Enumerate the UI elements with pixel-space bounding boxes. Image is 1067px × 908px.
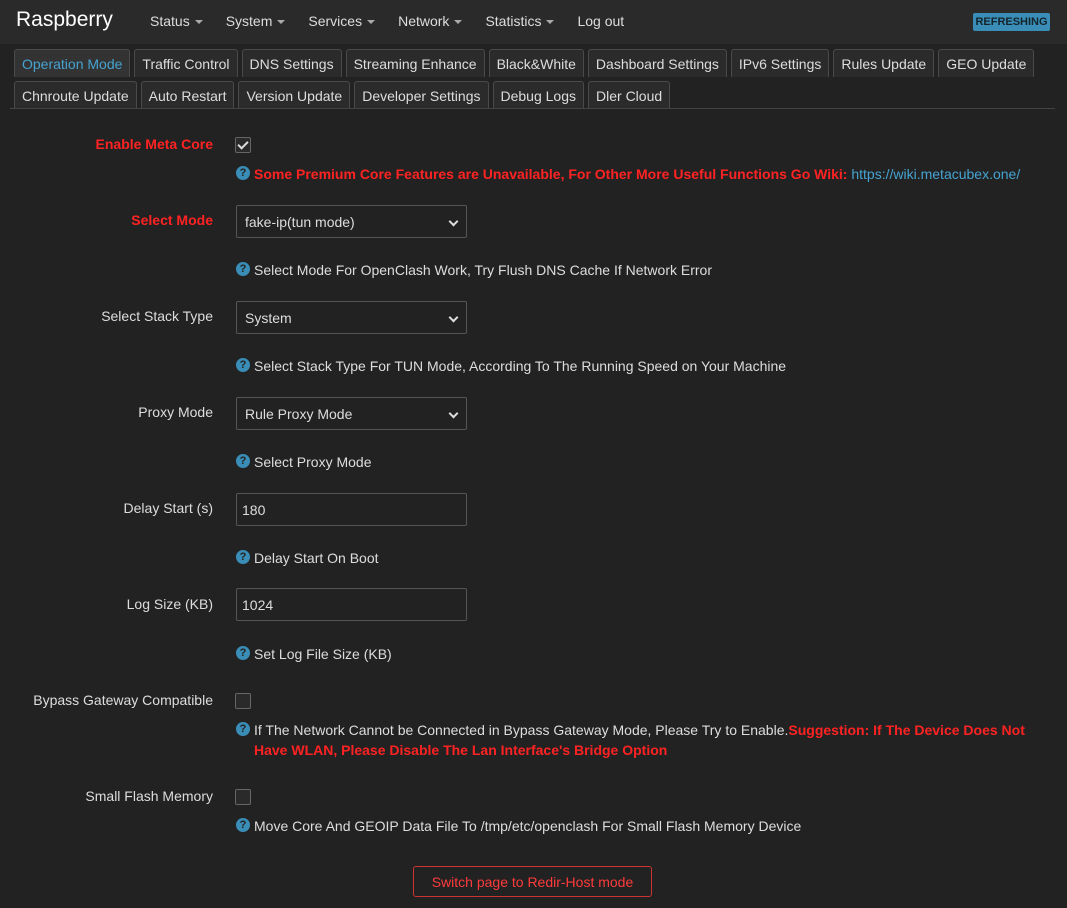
tab-streaming-enhance[interactable]: Streaming Enhance	[345, 49, 485, 77]
refreshing-badge[interactable]: REFRESHING	[973, 13, 1050, 31]
menu-statistics[interactable]: Statistics	[485, 13, 555, 29]
help-icon: ?	[236, 454, 250, 468]
wiki-link[interactable]: https://wiki.metacubex.one/	[851, 166, 1020, 182]
bypass-gateway-help-text: If The Network Cannot be Connected in By…	[254, 722, 789, 738]
meta-core-checkbox[interactable]	[235, 137, 251, 153]
help-icon: ?	[236, 358, 250, 372]
chevron-down-icon	[448, 408, 459, 419]
stack-type-value: System	[245, 309, 292, 326]
meta-core-warning: Some Premium Core Features are Unavailab…	[254, 166, 852, 182]
help-icon: ?	[236, 646, 250, 660]
caret-down-icon	[454, 20, 463, 25]
select-mode-label: Select Mode	[131, 212, 213, 228]
tab-debug-logs[interactable]: Debug Logs	[492, 81, 585, 109]
small-flash-label: Small Flash Memory	[85, 788, 213, 804]
menu-network[interactable]: Network	[398, 13, 463, 29]
stack-type-dropdown[interactable]: System	[236, 301, 467, 334]
menu-statistics-label: Statistics	[485, 13, 542, 29]
top-navbar: Raspberry Status System Services Network…	[0, 0, 1067, 44]
meta-core-help: Some Premium Core Features are Unavailab…	[254, 166, 1020, 182]
proxy-mode-dropdown[interactable]: Rule Proxy Mode	[236, 397, 467, 430]
tab-bar-row-1: Operation Mode Traffic Control DNS Setti…	[14, 49, 1051, 77]
tab-version-update[interactable]: Version Update	[238, 81, 351, 109]
tab-operation-mode[interactable]: Operation Mode	[14, 49, 131, 77]
tab-auto-restart[interactable]: Auto Restart	[140, 81, 235, 109]
main-menu: Status System Services Network Statistic…	[150, 13, 647, 29]
bypass-gateway-help: If The Network Cannot be Connected in By…	[254, 722, 1025, 738]
help-icon: ?	[236, 722, 250, 736]
menu-logout[interactable]: Log out	[577, 13, 624, 29]
menu-services-label: Services	[308, 13, 363, 29]
chevron-down-icon	[448, 216, 459, 227]
proxy-mode-value: Rule Proxy Mode	[245, 405, 353, 422]
caret-down-icon	[194, 20, 203, 25]
menu-system[interactable]: System	[226, 13, 286, 29]
tab-rules-update[interactable]: Rules Update	[833, 49, 935, 77]
bypass-gateway-checkbox[interactable]	[235, 693, 251, 709]
menu-network-label: Network	[398, 13, 450, 29]
chevron-down-icon	[448, 312, 459, 323]
log-size-label: Log Size (KB)	[126, 596, 213, 612]
tab-chnroute-update[interactable]: Chnroute Update	[14, 81, 137, 109]
log-size-help: Set Log File Size (KB)	[254, 646, 392, 662]
stack-type-help: Select Stack Type For TUN Mode, Accordin…	[254, 358, 787, 374]
help-icon: ?	[236, 818, 250, 832]
tabs-divider	[10, 108, 1055, 109]
tab-ipv6-settings[interactable]: IPv6 Settings	[730, 49, 830, 77]
switch-mode-button[interactable]: Switch page to Redir-Host mode	[413, 866, 652, 897]
tab-dns-settings[interactable]: DNS Settings	[241, 49, 342, 77]
menu-status[interactable]: Status	[150, 13, 203, 29]
select-mode-help: Select Mode For OpenClash Work, Try Flus…	[254, 262, 712, 278]
tab-bar-row-2: Chnroute Update Auto Restart Version Upd…	[14, 81, 1051, 109]
checkmark-icon	[237, 138, 249, 150]
tab-traffic-control[interactable]: Traffic Control	[134, 49, 238, 77]
small-flash-checkbox[interactable]	[235, 789, 251, 805]
caret-down-icon	[277, 20, 286, 25]
select-mode-value: fake-ip(tun mode)	[245, 213, 355, 230]
tab-dashboard-settings[interactable]: Dashboard Settings	[587, 49, 727, 77]
meta-core-label: Enable Meta Core	[95, 136, 213, 152]
proxy-mode-label: Proxy Mode	[138, 404, 213, 420]
menu-status-label: Status	[150, 13, 190, 29]
bypass-gateway-label: Bypass Gateway Compatible	[33, 692, 213, 708]
tab-developer-settings[interactable]: Developer Settings	[354, 81, 489, 109]
bypass-gateway-suggestion-line2: Have WLAN, Please Disable The Lan Interf…	[254, 742, 668, 758]
menu-services[interactable]: Services	[308, 13, 376, 29]
help-icon: ?	[236, 166, 250, 180]
tab-geo-update[interactable]: GEO Update	[938, 49, 1035, 77]
tab-dler-cloud[interactable]: Dler Cloud	[588, 81, 671, 109]
delay-start-input[interactable]: 180	[236, 493, 467, 526]
menu-system-label: System	[225, 13, 273, 29]
delay-start-help: Delay Start On Boot	[254, 550, 379, 566]
caret-down-icon	[367, 20, 376, 25]
log-size-input[interactable]: 1024	[236, 588, 467, 621]
stack-type-label: Select Stack Type	[101, 308, 213, 324]
help-icon: ?	[236, 262, 250, 276]
delay-start-label: Delay Start (s)	[123, 500, 213, 516]
caret-down-icon	[546, 20, 555, 25]
select-mode-dropdown[interactable]: fake-ip(tun mode)	[236, 205, 467, 238]
bypass-gateway-suggestion: Suggestion: If The Device Does Not	[788, 722, 1025, 738]
brand-logo[interactable]: Raspberry	[16, 8, 113, 32]
help-icon: ?	[236, 550, 250, 564]
tab-black-white[interactable]: Black&White	[488, 49, 584, 77]
proxy-mode-help: Select Proxy Mode	[254, 454, 372, 470]
small-flash-help: Move Core And GEOIP Data File To /tmp/et…	[254, 818, 802, 834]
